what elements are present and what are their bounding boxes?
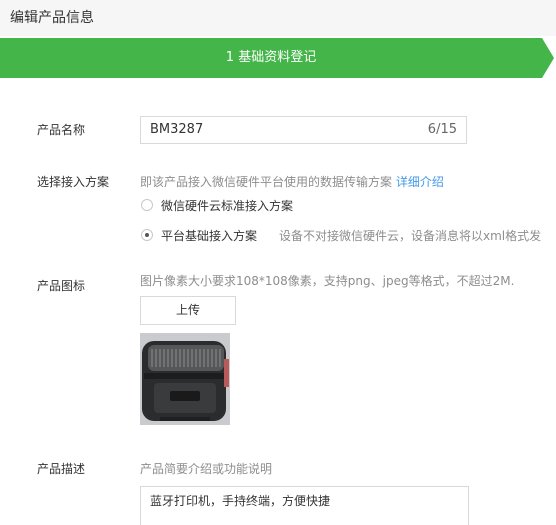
step-arrow-icon: [542, 38, 554, 78]
product-icon-label: 产品图标: [37, 279, 86, 293]
product-desc-label: 产品描述: [37, 462, 86, 476]
radio-basic-access-desc: 设备不对接微信硬件云，设备消息将以xml格式发: [279, 229, 542, 243]
printer-image: [140, 333, 230, 425]
product-name-input[interactable]: BM3287 6/15: [140, 116, 467, 144]
upload-button[interactable]: 上传: [140, 296, 236, 325]
details-link[interactable]: 详细介绍: [396, 175, 444, 189]
product-icon-hint: 图片像素大小要求108*108像素，支持png、jpeg等格式，不超过2M.: [140, 274, 515, 288]
radio-standard-access-label: 微信硬件云标准接入方案: [161, 199, 294, 213]
product-image: [140, 333, 230, 425]
product-name-value: BM3287: [150, 122, 204, 137]
radio-basic-access-button[interactable]: [141, 229, 153, 241]
product-desc-hint: 产品简要介绍或功能说明: [140, 462, 273, 476]
access-scheme-label: 选择接入方案: [37, 175, 110, 189]
page-title: 编辑产品信息: [10, 10, 94, 26]
product-desc-value: 蓝牙打印机，手持终端，方便快捷: [150, 494, 331, 508]
step-progress-bar: 1 基础资料登记: [0, 38, 542, 78]
step-label: 1 基础资料登记: [225, 50, 317, 65]
access-scheme-hint-text: 即该产品接入微信硬件平台使用的数据传输方案: [140, 175, 393, 189]
radio-standard-access-button[interactable]: [141, 199, 153, 211]
product-name-label: 产品名称: [37, 123, 86, 137]
radio-basic-access-label: 平台基础接入方案: [161, 229, 258, 243]
page-header: 编辑产品信息: [0, 0, 556, 36]
product-name-counter: 6/15: [427, 122, 457, 137]
access-scheme-hint: 即该产品接入微信硬件平台使用的数据传输方案 详细介绍: [140, 173, 444, 190]
product-desc-textarea[interactable]: 蓝牙打印机，手持终端，方便快捷: [140, 486, 469, 525]
